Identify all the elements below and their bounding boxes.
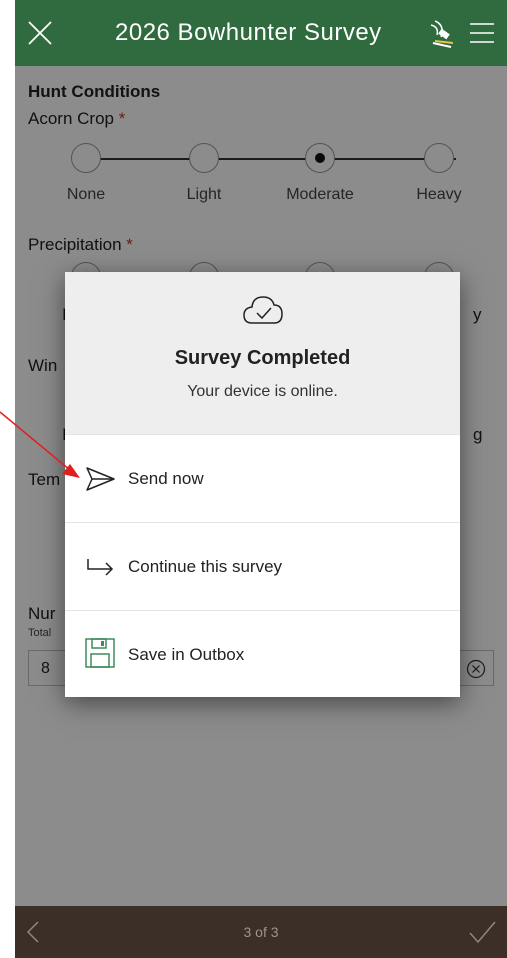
survey-title: 2026 Bowhunter Survey <box>115 19 382 46</box>
save-in-outbox-button[interactable]: Save in Outbox <box>65 610 460 697</box>
survey-completed-dialog: Survey Completed Your device is online. … <box>65 272 460 697</box>
app-header: 2026 Bowhunter Survey <box>15 0 507 66</box>
checkmark-icon[interactable] <box>467 917 497 947</box>
phone-screen: 2026 Bowhunter Survey Hunt Conditions Ac… <box>15 0 507 958</box>
dialog-title: Survey Completed <box>174 347 351 369</box>
arrow-return-icon <box>87 559 114 576</box>
hamburger-menu-icon[interactable] <box>468 20 496 46</box>
footer-nav: 3 of 3 <box>15 906 507 958</box>
dialog-subtitle: Your device is online. <box>187 383 338 400</box>
page-indicator: 3 of 3 <box>243 924 279 940</box>
close-icon[interactable] <box>25 18 55 48</box>
send-now-label: Send now <box>128 469 204 488</box>
save-in-outbox-label: Save in Outbox <box>128 645 245 664</box>
send-icon <box>86 467 115 491</box>
continue-survey-button[interactable]: Continue this survey <box>65 522 460 609</box>
send-now-button[interactable]: Send now <box>65 434 460 521</box>
continue-survey-label: Continue this survey <box>128 557 283 576</box>
save-floppy-icon <box>85 638 115 668</box>
cloud-check-icon <box>243 296 283 324</box>
gps-satellite-icon[interactable] <box>425 17 459 51</box>
dialog-header: Survey Completed Your device is online. <box>65 272 460 434</box>
